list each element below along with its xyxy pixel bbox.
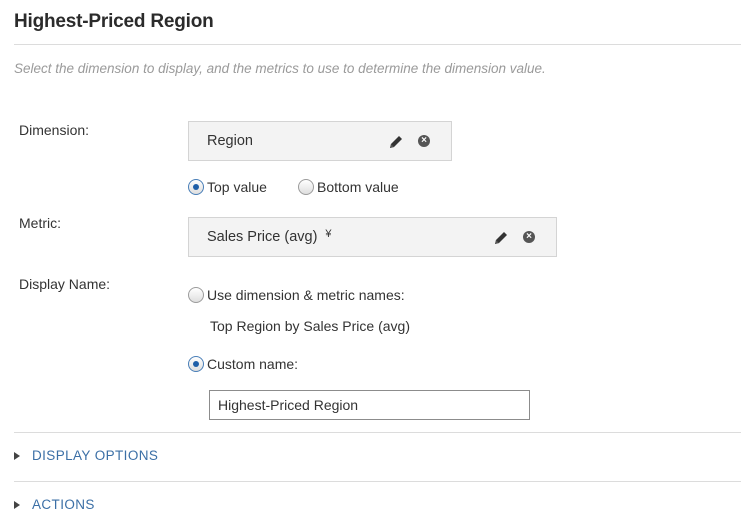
metric-label: Metric: [19,215,61,231]
use-names-radio[interactable] [188,286,204,303]
custom-name-input[interactable] [209,390,530,420]
custom-name-option[interactable]: Custom name: [188,355,298,373]
dimension-pill[interactable]: Region × [188,121,452,161]
pencil-icon[interactable] [492,229,510,247]
metric-value: Sales Price (avg) [207,229,318,245]
dimension-label: Dimension: [19,122,90,138]
generated-name: Top Region by Sales Price (avg) [210,318,410,334]
close-circle-icon[interactable]: × [523,231,535,243]
display-options-label: DISPLAY OPTIONS [32,448,159,463]
display-options-section[interactable]: DISPLAY OPTIONS [14,448,158,463]
top-value-option[interactable]: Top value [188,178,267,196]
metric-pill[interactable]: Sales Price (avg) ¥ × [188,217,557,257]
title-divider [14,44,741,45]
double-chevron-down-icon[interactable]: ¥ [325,228,331,240]
bottom-value-label: Bottom value [317,178,399,195]
close-circle-icon[interactable]: × [418,135,430,147]
triangle-right-icon [14,452,20,461]
dimension-value: Region [207,133,253,149]
use-names-label: Use dimension & metric names: [207,286,405,303]
display-name-label: Display Name: [19,276,111,292]
actions-label: ACTIONS [32,497,95,512]
section-divider-2 [14,481,741,482]
custom-name-radio[interactable] [188,355,204,372]
pencil-icon[interactable] [387,133,405,151]
use-names-option[interactable]: Use dimension & metric names: [188,286,405,304]
triangle-right-icon [14,501,20,510]
panel-description: Select the dimension to display, and the… [14,61,546,76]
actions-section[interactable]: ACTIONS [14,497,95,512]
top-value-radio[interactable] [188,178,204,195]
top-value-label: Top value [207,178,267,195]
bottom-value-option[interactable]: Bottom value [298,178,399,196]
section-divider-1 [14,432,741,433]
panel-title: Highest-Priced Region [14,11,214,32]
custom-name-label: Custom name: [207,355,299,372]
bottom-value-radio[interactable] [298,178,314,195]
